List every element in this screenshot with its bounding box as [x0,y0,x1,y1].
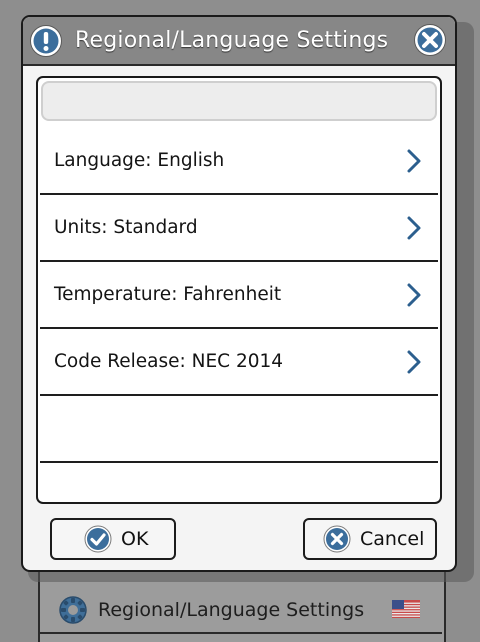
dialog-title: Regional/Language Settings [75,28,389,53]
dialog-titlebar: Regional/Language Settings [23,17,455,66]
setting-item-language[interactable]: Language: English [40,128,438,195]
background-row-label: Regional/Language Settings [98,599,365,621]
gear-icon [58,595,88,625]
list-item-label: Language: English [54,150,225,171]
background-settings-row: Regional/Language Settings [40,588,442,632]
ok-button[interactable]: OK [50,518,176,560]
empty-list-item [40,396,438,463]
list-item-label: Units: Standard [54,217,198,238]
list-item-label: Temperature: Fahrenheit [54,284,282,305]
cancel-button[interactable]: Cancel [303,518,437,560]
list-item-label: Code Release: NEC 2014 [54,351,284,372]
setting-item-units[interactable]: Units: Standard [40,195,438,262]
us-flag-icon [392,600,420,618]
x-circle-icon [323,525,351,553]
regional-settings-dialog: Regional/Language Settings Language: Eng… [21,15,457,572]
settings-list: Language: English Units: Standard Temper… [40,128,438,463]
cancel-button-label: Cancel [360,528,425,550]
check-circle-icon [84,525,112,553]
info-icon [29,24,63,58]
setting-item-code-release[interactable]: Code Release: NEC 2014 [40,329,438,396]
search-input[interactable] [41,81,437,121]
setting-item-temperature[interactable]: Temperature: Fahrenheit [40,262,438,329]
ok-button-label: OK [121,528,149,550]
close-icon[interactable] [413,23,447,57]
chevron-right-icon [406,215,422,241]
chevron-right-icon [406,148,422,174]
chevron-right-icon [406,282,422,308]
chevron-right-icon [406,349,422,375]
background-divider [40,632,442,634]
settings-list-frame: Language: English Units: Standard Temper… [36,76,442,504]
